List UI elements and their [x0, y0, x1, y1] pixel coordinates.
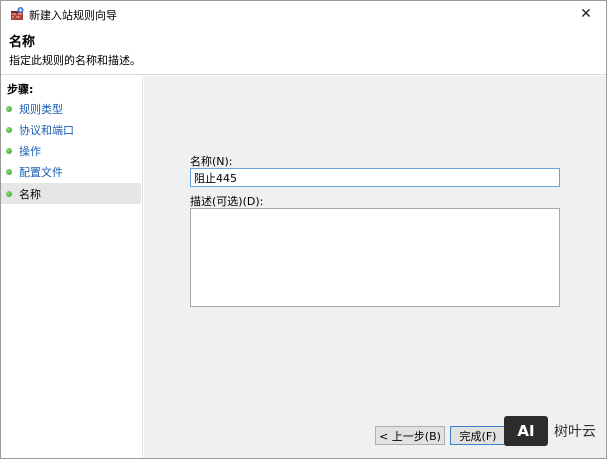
finish-button[interactable]: 完成(F)	[450, 426, 506, 445]
step-label: 协议和端口	[19, 123, 74, 137]
green-dot-icon	[6, 105, 12, 112]
step-label: 操作	[19, 144, 41, 158]
name-label: 名称(N):	[190, 155, 233, 168]
green-dot-icon	[6, 126, 12, 133]
close-icon[interactable]: ✕	[566, 1, 606, 27]
name-input[interactable]	[190, 168, 560, 187]
watermark-logo: AI	[504, 416, 548, 446]
green-dot-icon	[6, 168, 12, 175]
step-label: 规则类型	[19, 102, 63, 116]
steps-label: 步骤:	[7, 83, 34, 96]
window-title: 新建入站规则向导	[29, 9, 117, 22]
back-button[interactable]: < 上一步(B)	[375, 426, 445, 445]
step-action[interactable]: 操作	[1, 140, 141, 161]
wizard-header: 名称 指定此规则的名称和描述。	[1, 27, 606, 75]
title-bar: 新建入站规则向导 ✕	[1, 1, 606, 27]
watermark-logo-text: AI	[517, 422, 535, 440]
green-dot-icon	[6, 147, 12, 154]
step-profile[interactable]: 配置文件	[1, 161, 141, 182]
step-protocol-ports[interactable]: 协议和端口	[1, 119, 141, 140]
description-label: 描述(可选)(D):	[190, 195, 264, 208]
step-label: 配置文件	[19, 165, 63, 179]
content-area: 名称(N): 描述(可选)(D): < 上一步(B) 完成(F)	[144, 76, 606, 458]
green-dot-icon	[6, 190, 12, 197]
step-label: 名称	[19, 187, 41, 201]
page-title: 名称	[9, 35, 36, 50]
steps-panel: 步骤: 规则类型 协议和端口 操作 配置文件 名称	[1, 76, 143, 458]
watermark: AI 树叶云	[504, 414, 607, 448]
step-name[interactable]: 名称	[1, 183, 141, 204]
firewall-wizard-icon	[9, 6, 25, 22]
description-textarea[interactable]	[190, 208, 560, 307]
step-rule-type[interactable]: 规则类型	[1, 98, 141, 119]
watermark-text: 树叶云	[554, 424, 596, 440]
wizard-window: 新建入站规则向导 ✕ 名称 指定此规则的名称和描述。 步骤: 规则类型 协议和端…	[0, 0, 607, 459]
page-description: 指定此规则的名称和描述。	[9, 54, 141, 67]
